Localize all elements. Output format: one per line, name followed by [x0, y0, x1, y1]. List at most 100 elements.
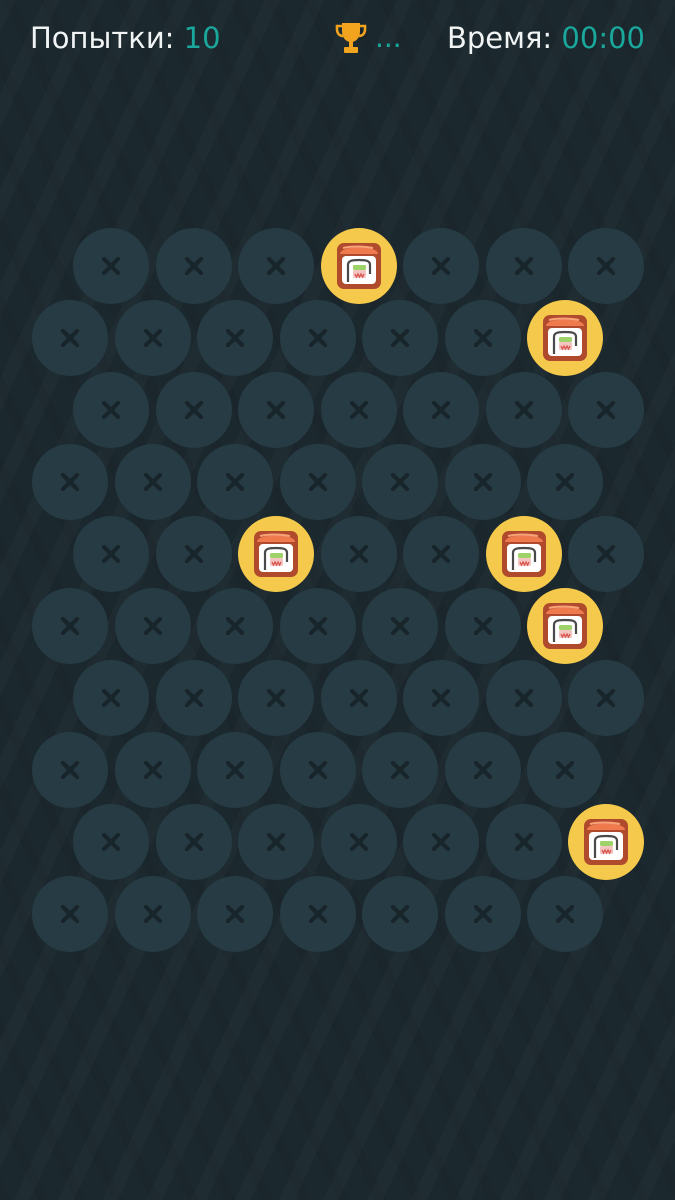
cross-icon — [101, 544, 121, 564]
hidden-cell[interactable] — [32, 876, 108, 952]
cross-icon — [514, 400, 533, 420]
cross-icon — [143, 472, 162, 492]
cross-icon — [431, 688, 451, 708]
hidden-cell[interactable] — [279, 300, 356, 376]
cross-icon — [184, 544, 203, 564]
hidden-cell[interactable] — [114, 876, 191, 952]
hidden-cell[interactable] — [362, 876, 438, 952]
cross-icon — [184, 832, 203, 852]
open-cell[interactable] — [485, 516, 562, 592]
hidden-cell[interactable] — [32, 588, 108, 664]
hidden-cell[interactable] — [73, 660, 149, 736]
open-cell[interactable] — [238, 516, 314, 592]
cross-icon — [266, 256, 286, 276]
hidden-cell[interactable] — [568, 660, 644, 736]
cross-icon — [60, 328, 80, 348]
hidden-cell[interactable] — [444, 876, 521, 952]
hidden-cell[interactable] — [238, 660, 314, 736]
hidden-cell[interactable] — [403, 660, 479, 736]
hidden-cell[interactable] — [568, 372, 644, 448]
hidden-cell[interactable] — [197, 588, 273, 664]
hidden-cell[interactable] — [155, 372, 232, 448]
open-cell[interactable] — [320, 228, 397, 304]
hidden-cell[interactable] — [568, 228, 644, 304]
hidden-cell[interactable] — [485, 372, 562, 448]
hidden-cell[interactable] — [197, 732, 273, 808]
cross-icon — [349, 688, 368, 708]
hidden-cell[interactable] — [444, 300, 521, 376]
hidden-cell[interactable] — [197, 876, 273, 952]
hidden-cell[interactable] — [320, 372, 397, 448]
hidden-cell[interactable] — [320, 660, 397, 736]
hidden-cell[interactable] — [279, 732, 356, 808]
cross-icon — [349, 544, 368, 564]
hidden-cell[interactable] — [114, 444, 191, 520]
hidden-cell[interactable] — [32, 732, 108, 808]
hidden-cell[interactable] — [73, 804, 149, 880]
hidden-cell[interactable] — [155, 516, 232, 592]
cross-icon — [143, 904, 162, 924]
hidden-cell[interactable] — [155, 660, 232, 736]
cross-icon — [60, 616, 80, 636]
hidden-cell[interactable] — [485, 804, 562, 880]
hidden-cell[interactable] — [114, 588, 191, 664]
hidden-cell[interactable] — [155, 804, 232, 880]
hidden-cell[interactable] — [568, 516, 644, 592]
sushi-roll-icon — [336, 243, 381, 289]
cross-icon — [308, 904, 327, 924]
hidden-cell[interactable] — [32, 444, 108, 520]
cross-icon — [308, 328, 327, 348]
open-cell[interactable] — [527, 300, 603, 376]
cross-icon — [225, 472, 245, 492]
hidden-cell[interactable] — [279, 876, 356, 952]
hidden-cell[interactable] — [238, 804, 314, 880]
hidden-cell[interactable] — [238, 228, 314, 304]
sushi-roll-icon — [543, 603, 587, 649]
cross-icon — [473, 760, 492, 780]
cross-icon — [225, 904, 245, 924]
hidden-cell[interactable] — [362, 588, 438, 664]
hidden-cell[interactable] — [279, 444, 356, 520]
hidden-cell[interactable] — [114, 300, 191, 376]
hidden-cell[interactable] — [527, 444, 603, 520]
hidden-cell[interactable] — [279, 588, 356, 664]
cross-icon — [473, 616, 492, 636]
hidden-cell[interactable] — [238, 372, 314, 448]
cross-icon — [101, 400, 121, 420]
cross-icon — [349, 832, 368, 852]
cross-icon — [555, 760, 575, 780]
hidden-cell[interactable] — [197, 300, 273, 376]
cross-icon — [101, 256, 121, 276]
hidden-cell[interactable] — [73, 228, 149, 304]
hidden-cell[interactable] — [403, 228, 479, 304]
hidden-cell[interactable] — [32, 300, 108, 376]
hidden-cell[interactable] — [362, 300, 438, 376]
cross-icon — [390, 328, 410, 348]
hidden-cell[interactable] — [197, 444, 273, 520]
hidden-cell[interactable] — [444, 444, 521, 520]
hidden-cell[interactable] — [320, 804, 397, 880]
hidden-cell[interactable] — [114, 732, 191, 808]
cross-icon — [308, 760, 327, 780]
hidden-cell[interactable] — [444, 588, 521, 664]
cross-icon — [184, 256, 203, 276]
hidden-cell[interactable] — [155, 228, 232, 304]
hidden-cell[interactable] — [527, 876, 603, 952]
open-cell[interactable] — [568, 804, 644, 880]
hidden-cell[interactable] — [485, 228, 562, 304]
hidden-cell[interactable] — [362, 444, 438, 520]
hidden-cell[interactable] — [320, 516, 397, 592]
cross-icon — [596, 256, 616, 276]
hidden-cell[interactable] — [444, 732, 521, 808]
hidden-cell[interactable] — [362, 732, 438, 808]
cross-icon — [473, 904, 492, 924]
hidden-cell[interactable] — [73, 372, 149, 448]
hidden-cell[interactable] — [485, 660, 562, 736]
cross-icon — [60, 904, 80, 924]
hidden-cell[interactable] — [73, 516, 149, 592]
hidden-cell[interactable] — [403, 516, 479, 592]
hidden-cell[interactable] — [403, 804, 479, 880]
hidden-cell[interactable] — [527, 732, 603, 808]
hidden-cell[interactable] — [403, 372, 479, 448]
open-cell[interactable] — [527, 588, 603, 664]
